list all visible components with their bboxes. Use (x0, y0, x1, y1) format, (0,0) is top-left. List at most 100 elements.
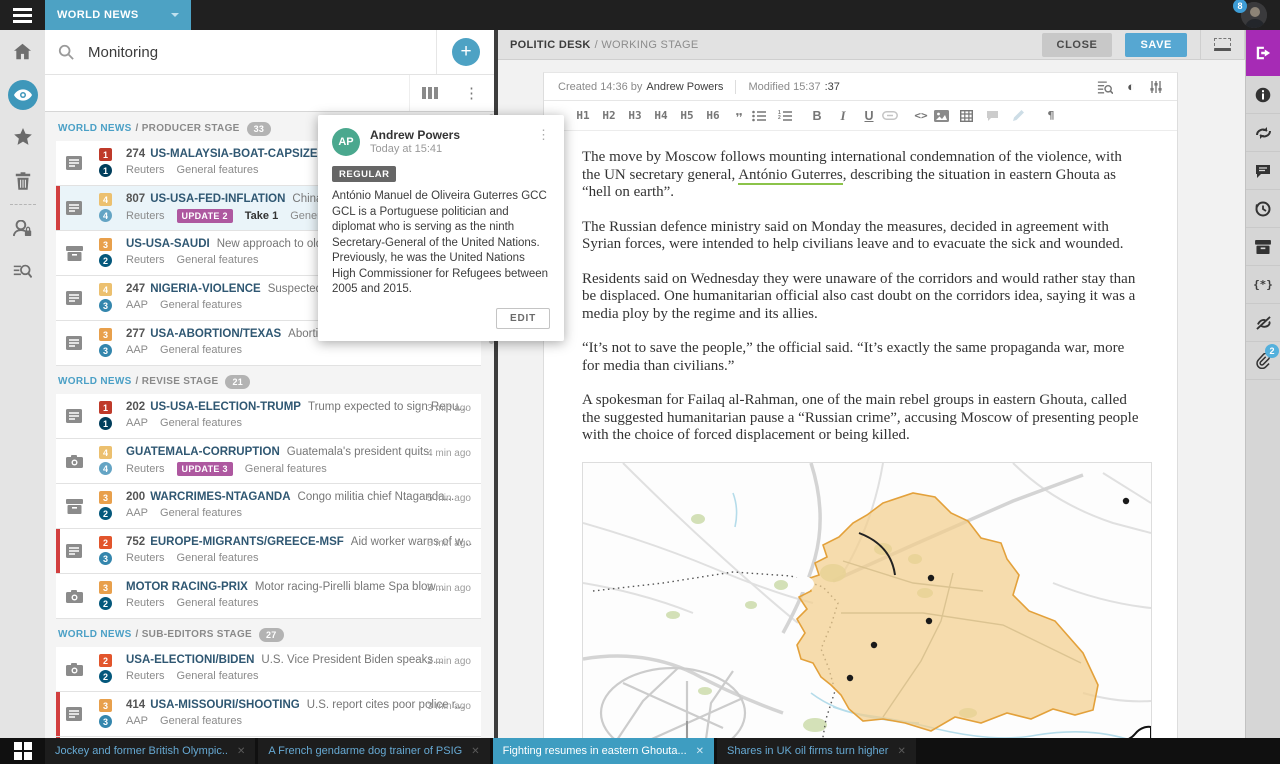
rail-divider (10, 204, 36, 205)
list-item[interactable]: 4 4 GUATEMALA-CORRUPTION Guatemala's presi… (56, 439, 481, 483)
monitoring-menu-icon[interactable]: ⋮ (454, 86, 489, 101)
list-item[interactable]: 11 202US-USA-ELECTION-TRUMPTrump expecte… (56, 394, 481, 438)
urgency-badge: 3 (99, 299, 112, 312)
stage-group-header[interactable]: WORLD NEWS / REVISE STAGE 21 (58, 375, 479, 389)
versions-history-icon[interactable] (1246, 190, 1280, 228)
comment-popup: AP Andrew Powers Today at 15:41 ⋮ REGULA… (318, 115, 564, 341)
eastern-ghouta-map-image[interactable] (582, 462, 1152, 739)
h2-button[interactable]: H2 (596, 109, 622, 122)
genre: General features (160, 299, 242, 311)
search-icon[interactable] (58, 44, 74, 60)
slugline: MOTOR RACING-PRIX (126, 581, 248, 593)
list-item[interactable]: 32 200WARCRIMES-NTAGANDACongo militia ch… (56, 484, 481, 528)
swimlane-view-icon[interactable] (409, 75, 450, 111)
urgency-badge: 1 (99, 417, 112, 430)
close-icon[interactable]: ✕ (897, 746, 905, 757)
personal-space-icon[interactable] (0, 207, 45, 250)
image-button[interactable] (934, 110, 960, 122)
slugline: USA-MISSOURI/SHOOTING (150, 699, 300, 711)
related-items-icon[interactable] (1246, 114, 1280, 152)
close-icon[interactable]: ✕ (696, 746, 704, 757)
unordered-list-button[interactable] (752, 110, 778, 122)
editor-settings-icon[interactable] (1149, 80, 1163, 94)
genre: General features (177, 670, 259, 682)
urgency-badge: 2 (99, 507, 112, 520)
priority-badge: 2 (99, 536, 112, 549)
suggestions-off-icon[interactable] (1246, 304, 1280, 342)
list-item[interactable]: 22 USA-ELECTIONI/BIDENU.S. Vice Presiden… (56, 647, 481, 691)
annotate-pencil-button[interactable] (1012, 109, 1038, 122)
headline: Guatemala's president quits. (287, 446, 432, 458)
workqueue-tab[interactable]: Jockey and former British Olympic..✕ (45, 738, 255, 764)
monitoring-eye-icon[interactable] (0, 73, 45, 116)
stage-group-header[interactable]: WORLD NEWS / SUB-EDITORS STAGE 27 (58, 628, 479, 642)
desk-selector[interactable]: WORLD NEWS (45, 0, 191, 30)
table-button[interactable] (960, 110, 986, 122)
highlights-star-icon[interactable] (0, 116, 45, 159)
h4-button[interactable]: H4 (648, 109, 674, 122)
workqueue-tab[interactable]: A French gendarme dog trainer of PSIG✕ (258, 738, 489, 764)
bold-button[interactable]: B (804, 109, 830, 123)
list-item[interactable]: 32 MOTOR RACING-PRIXMotor racing-Pirelli… (56, 574, 481, 618)
popup-menu-icon[interactable]: ⋮ (537, 128, 550, 141)
source: AAP (126, 299, 148, 311)
headline: U.S. Vice President Biden speaks... (261, 654, 442, 666)
minimize-dock-icon[interactable] (1214, 38, 1231, 51)
italic-button[interactable]: I (830, 108, 856, 124)
genre: General features (160, 715, 242, 727)
workqueue-tab-active[interactable]: Fighting resumes in eastern Ghouta...✕ (493, 738, 714, 764)
authoring-widget-rail: {*} 2 (1245, 30, 1280, 764)
priority-badge: 4 (99, 283, 112, 296)
h5-button[interactable]: H5 (674, 109, 700, 122)
avatar: AP (332, 128, 360, 156)
annotation-link[interactable]: António Guterres (738, 167, 843, 185)
pilcrow-button[interactable]: ¶ (1038, 109, 1064, 122)
priority-badge: 4 (99, 446, 112, 459)
text-item-icon (66, 156, 82, 170)
urgency-badge: 4 (99, 462, 112, 475)
spike-trash-icon[interactable] (0, 159, 45, 202)
ordered-list-button[interactable]: 12 (778, 110, 804, 122)
link-button[interactable] (882, 111, 908, 120)
urgency-badge: 2 (99, 254, 112, 267)
modified-extra: :37 (825, 81, 840, 93)
slugline: GUATEMALA-CORRUPTION (126, 446, 280, 458)
close-icon[interactable]: ✕ (237, 746, 245, 757)
global-search-icon[interactable] (0, 250, 45, 293)
underline-button[interactable]: U (856, 109, 882, 123)
workqueue-tab[interactable]: Shares in UK oil firms turn higher✕ (717, 738, 916, 764)
blockquote-button[interactable]: ❞ (726, 109, 752, 123)
h3-button[interactable]: H3 (622, 109, 648, 122)
close-button[interactable]: CLOSE (1042, 33, 1113, 57)
slugline: US-USA-SAUDI (126, 238, 210, 250)
close-icon[interactable]: ✕ (471, 746, 479, 757)
info-widget-icon[interactable] (1246, 76, 1280, 114)
desk-selector-label: WORLD NEWS (57, 9, 139, 21)
create-item-button[interactable]: + (452, 38, 480, 66)
theme-contrast-icon[interactable]: ◐ (1127, 80, 1135, 93)
attachments-widget-icon[interactable]: 2 (1246, 342, 1280, 380)
macros-widget-icon[interactable]: {*} (1246, 266, 1280, 304)
paragraph: Residents said on Wednesday they were un… (582, 271, 1139, 324)
send-to-button[interactable] (1246, 30, 1280, 76)
list-item[interactable]: 23 752EUROPE-MIGRANTS/GREECE-MSFAid work… (56, 529, 481, 573)
hamburger-menu-icon[interactable] (0, 0, 45, 30)
h6-button[interactable]: H6 (700, 109, 726, 122)
slugline: US-USA-FED-INFLATION (150, 193, 285, 205)
comments-widget-icon[interactable] (1246, 152, 1280, 190)
workqueue-grid-icon[interactable] (0, 738, 45, 764)
comment-button[interactable] (986, 110, 1012, 122)
source: Reuters (126, 670, 165, 682)
packages-widget-icon[interactable] (1246, 228, 1280, 266)
dashboard-home-icon[interactable] (0, 30, 45, 73)
code-button[interactable]: <> (908, 109, 934, 122)
h1-button[interactable]: H1 (570, 109, 596, 122)
save-button[interactable]: SAVE (1125, 33, 1187, 57)
edit-button[interactable]: EDIT (496, 308, 550, 329)
text-item-icon (66, 544, 82, 558)
priority-badge: 1 (99, 148, 112, 161)
find-replace-icon[interactable] (1097, 80, 1113, 94)
list-item[interactable]: 33 414USA-MISSOURI/SHOOTINGU.S. report c… (56, 692, 481, 736)
source: AAP (126, 417, 148, 429)
article-body[interactable]: The move by Moscow follows mounting inte… (544, 131, 1177, 445)
